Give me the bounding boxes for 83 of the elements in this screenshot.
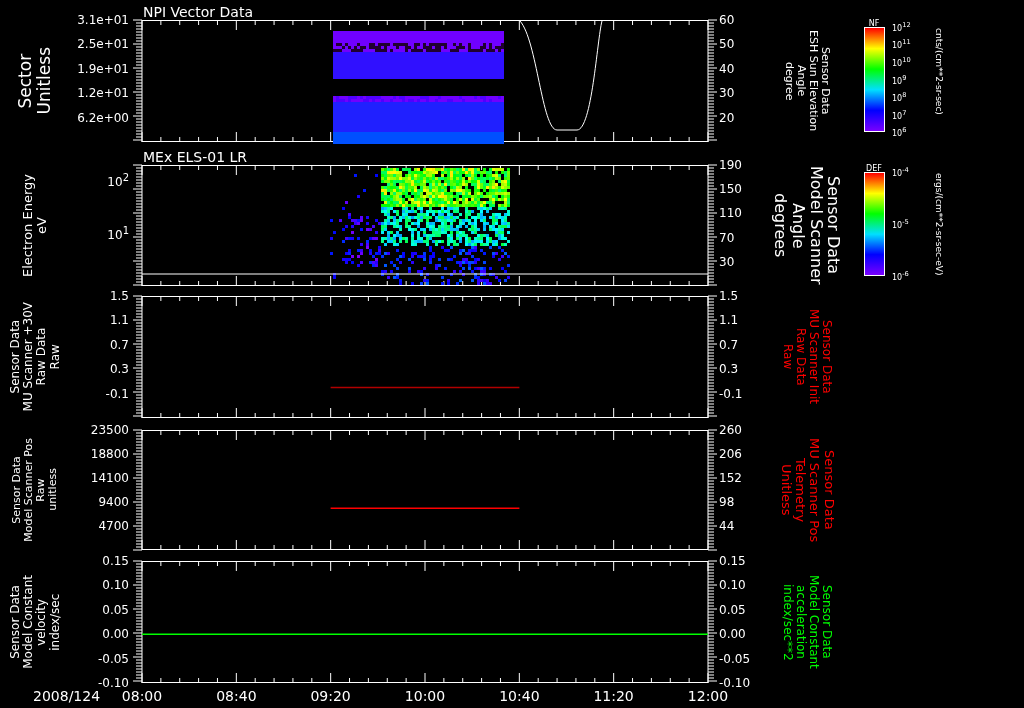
tick-label: -0.10 xyxy=(97,676,129,690)
colorbar-tick-label: 10$^{-4}$ xyxy=(892,166,909,178)
tick-label: 50 xyxy=(719,37,735,51)
tick-label: 1.1 xyxy=(109,313,129,327)
tick-label: 190 xyxy=(719,158,742,172)
tick-label: 6.2e+00 xyxy=(77,111,129,125)
tick-label: 60 xyxy=(719,13,735,27)
axis-title: Sector Unitless xyxy=(16,47,54,115)
tick-label: -0.1 xyxy=(719,387,743,401)
colorbar-tick-label: 10$^{7}$ xyxy=(892,108,907,121)
tick-label: 20 xyxy=(719,111,735,125)
tick-label: 150 xyxy=(719,182,742,196)
tick-label: 40 xyxy=(719,62,735,76)
tick-label: 10$^{2}$ xyxy=(107,170,129,189)
tick-label: 0.3 xyxy=(719,362,739,376)
panel-title: NPI Vector Data xyxy=(143,4,253,20)
axis-title: Sensor Data Model Constant acceleration index/sec**2 xyxy=(780,575,834,669)
colorbar-tick-label: 10$^{9}$ xyxy=(892,73,907,86)
axis-title: Sensor Data Model Constant velocity index/sec xyxy=(8,575,62,669)
colorbar-label: DEF xyxy=(866,165,882,172)
tick-label: 110 xyxy=(719,206,742,220)
colorbar-tick-label: 10$^{-5}$ xyxy=(892,218,909,230)
date-label: 2008/124 xyxy=(32,687,102,704)
colorbar-units: ergs/(cm**2-sr-sec-eV) xyxy=(934,173,944,276)
tick-label: 30 xyxy=(719,255,735,269)
axis-title: Sensor Data MU Scanner +30V Raw Data Raw xyxy=(8,302,62,412)
tick-label: 3.1e+01 xyxy=(77,13,129,27)
tick-label: 0.00 xyxy=(102,627,129,641)
tick-label: 0.10 xyxy=(102,578,129,592)
tick-label: 1.1 xyxy=(719,313,739,327)
time-tick-label: 11:20 xyxy=(593,686,634,705)
tick-label: 9400 xyxy=(98,495,129,509)
tick-label: 14100 xyxy=(90,471,129,485)
tick-label: 23500 xyxy=(90,423,129,437)
axis-title: Electron Energy eV xyxy=(20,174,50,277)
tick-label: 0.15 xyxy=(102,554,129,568)
tick-label: 152 xyxy=(719,471,742,485)
time-tick-label: 10:00 xyxy=(404,686,446,705)
colorbar-tick-label: 10$^{-6}$ xyxy=(892,270,909,282)
time-tick-label: 10:40 xyxy=(499,686,540,705)
tick-label: 0.05 xyxy=(102,603,129,617)
tick-label: 1.5 xyxy=(109,289,129,303)
tick-label: 10$^{1}$ xyxy=(107,223,129,242)
tick-label: 260 xyxy=(719,423,742,437)
tick-label: 70 xyxy=(719,231,735,245)
axis-title: Sensor Data ESH Sun Elevation Angle degree xyxy=(782,30,832,132)
tick-label: 0.05 xyxy=(719,603,746,617)
tick-label: 206 xyxy=(719,447,742,461)
axis-title: Sensor Data MU Scanner Init Raw Data Raw xyxy=(780,309,834,405)
tick-label: -0.05 xyxy=(97,652,129,666)
tick-label: -0.10 xyxy=(719,676,751,690)
colorbar-tick-label: 10$^{6}$ xyxy=(892,126,907,138)
axis-title: Sensor Data Model Scanner Pos Raw unitless xyxy=(10,438,60,542)
axis-title: Sensor Data MU Scanner Pos Telemetry Unitless xyxy=(778,437,836,543)
colorbar-units: cnts/(cm**2-sr-sec) xyxy=(934,28,944,115)
tick-label: 4700 xyxy=(98,519,129,533)
tick-label: -0.1 xyxy=(105,387,129,401)
colorbar-tick-label: 10$^{11}$ xyxy=(892,38,911,51)
tick-label: 0.10 xyxy=(719,578,746,592)
tick-label: 2.5e+01 xyxy=(77,37,129,51)
time-tick-label: 12:00 xyxy=(687,687,729,705)
time-tick-label: 09:20 xyxy=(310,686,351,705)
tick-label: 1.5 xyxy=(719,289,739,303)
tick-label: 0.15 xyxy=(719,554,746,568)
tick-label: 1.9e+01 xyxy=(77,62,129,76)
panel-title: MEx ELS-01 LR xyxy=(143,149,248,165)
tick-label: 0.00 xyxy=(719,627,746,641)
tick-label: 0.3 xyxy=(109,362,129,376)
tick-label: 18800 xyxy=(90,447,129,461)
time-tick-label: 08:40 xyxy=(216,686,257,705)
colorbar-label: NF xyxy=(868,20,880,27)
axis-title: Sensor Data Model Scanner Angle degrees xyxy=(771,166,843,285)
colorbar-tick-label: 10$^{10}$ xyxy=(892,56,911,68)
colorbar-tick-label: 10$^{8}$ xyxy=(892,91,907,103)
tick-label: 44 xyxy=(719,519,735,533)
tick-label: 0.7 xyxy=(109,338,129,352)
tick-label: 98 xyxy=(719,495,735,509)
tick-label: 0.7 xyxy=(719,338,739,352)
tick-label: 1.2e+01 xyxy=(77,86,129,100)
time-tick-label: 08:00 xyxy=(121,687,163,705)
tick-label: 30 xyxy=(719,86,735,100)
colorbar-tick-label: 10$^{12}$ xyxy=(892,21,911,33)
tick-label: -0.05 xyxy=(719,652,751,666)
